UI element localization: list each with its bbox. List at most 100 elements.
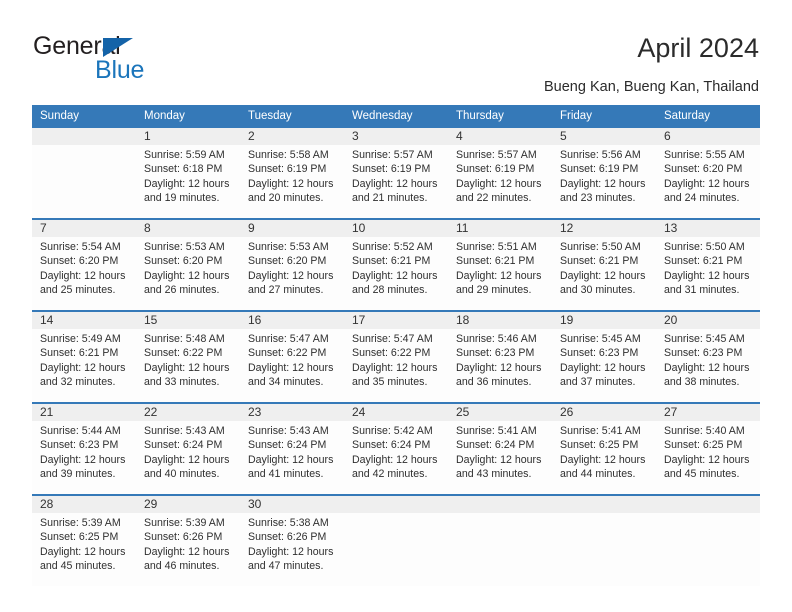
calendar-week-row: 7 Sunrise: 5:54 AM Sunset: 6:20 PM Daylight… [32,218,760,311]
sunset-time: Sunset: 6:22 PM [352,347,431,360]
daylight-duration-line1: Daylight: 12 hours [248,453,334,466]
daylight-duration-line2: and 44 minutes. [560,467,636,480]
daylight-duration-line1: Daylight: 12 hours [560,361,646,374]
daylight-duration-line2: and 24 minutes. [664,191,740,204]
day-cell-inner: 12 Sunrise: 5:50 AM Sunset: 6:21 PM Dayligh… [552,220,656,310]
calendar-day-cell[interactable]: 28 Sunrise: 5:39 AM Sunset: 6:25 PM Dayligh… [32,494,136,586]
daylight-duration-line1: Daylight: 12 hours [456,453,542,466]
generalblue-logo: General Blue [33,33,223,85]
sunrise-time: Sunrise: 5:41 AM [560,425,641,437]
day-number: 10 [344,220,448,237]
day-cell-inner: 27 Sunrise: 5:40 AM Sunset: 6:25 PM Dayligh… [656,404,760,494]
calendar-week-row: 14 Sunrise: 5:49 AM Sunset: 6:21 PM Dayligh… [32,310,760,403]
page-title: April 2024 [637,33,759,63]
sunset-time: Sunset: 6:24 PM [456,439,535,452]
day-details: Sunrise: 5:39 AM Sunset: 6:26 PM Daylight:… [136,513,240,573]
calendar-day-cell[interactable]: 29 Sunrise: 5:39 AM Sunset: 6:26 PM Dayligh… [136,494,240,586]
sunrise-time: Sunrise: 5:48 AM [144,333,225,345]
daylight-duration-line1: Daylight: 12 hours [40,361,126,374]
day-cell-inner: 13 Sunrise: 5:50 AM Sunset: 6:21 PM Dayligh… [656,220,760,310]
day-number: 23 [240,404,344,421]
day-details: Sunrise: 5:44 AM Sunset: 6:23 PM Daylight:… [32,421,136,481]
sunset-time: Sunset: 6:26 PM [144,531,223,544]
calendar-day-cell[interactable]: 9 Sunrise: 5:53 AM Sunset: 6:20 PM Daylight… [240,218,344,311]
calendar-day-cell[interactable]: 24 Sunrise: 5:42 AM Sunset: 6:24 PM Dayligh… [344,402,448,495]
sunset-time: Sunset: 6:24 PM [352,439,431,452]
daylight-duration-line2: and 25 minutes. [40,283,116,296]
sunrise-time: Sunrise: 5:50 AM [560,241,641,253]
sunrise-time: Sunrise: 5:57 AM [352,149,433,161]
day-cell-inner: 30 Sunrise: 5:38 AM Sunset: 6:26 PM Dayligh… [240,496,344,586]
calendar-day-cell[interactable]: 25 Sunrise: 5:41 AM Sunset: 6:24 PM Dayligh… [448,402,552,495]
day-number: 6 [656,128,760,145]
day-details: Sunrise: 5:39 AM Sunset: 6:25 PM Daylight:… [32,513,136,573]
daylight-duration-line1: Daylight: 12 hours [352,269,438,282]
daylight-duration-line2: and 19 minutes. [144,191,220,204]
sunrise-time: Sunrise: 5:38 AM [248,517,329,529]
calendar-day-cell[interactable]: 23 Sunrise: 5:43 AM Sunset: 6:24 PM Dayligh… [240,402,344,495]
calendar-week-row: 1 Sunrise: 5:59 AM Sunset: 6:18 PM Daylight… [32,128,760,219]
sunrise-time: Sunrise: 5:57 AM [456,149,537,161]
daylight-duration-line2: and 22 minutes. [456,191,532,204]
day-cell-inner: 3 Sunrise: 5:57 AM Sunset: 6:19 PM Daylight… [344,128,448,218]
daylight-duration-line1: Daylight: 12 hours [144,177,230,190]
logo-text-blue: Blue [95,56,145,84]
calendar-day-cell[interactable]: 4 Sunrise: 5:57 AM Sunset: 6:19 PM Daylight… [448,128,552,219]
day-number: 27 [656,404,760,421]
sunrise-time: Sunrise: 5:50 AM [664,241,745,253]
sunrise-time: Sunrise: 5:39 AM [144,517,225,529]
daylight-duration-line2: and 36 minutes. [456,375,532,388]
calendar-day-cell[interactable]: 3 Sunrise: 5:57 AM Sunset: 6:19 PM Daylight… [344,128,448,219]
day-number: 26 [552,404,656,421]
day-cell-inner: 18 Sunrise: 5:46 AM Sunset: 6:23 PM Dayligh… [448,312,552,402]
calendar-day-cell[interactable]: 5 Sunrise: 5:56 AM Sunset: 6:19 PM Daylight… [552,128,656,219]
sunset-time: Sunset: 6:19 PM [456,163,535,176]
calendar-day-cell[interactable]: 30 Sunrise: 5:38 AM Sunset: 6:26 PM Dayligh… [240,494,344,586]
calendar-day-cell[interactable]: 14 Sunrise: 5:49 AM Sunset: 6:21 PM Dayligh… [32,310,136,403]
sunrise-sunset-calendar-table: Sunday Monday Tuesday Wednesday Thursday… [32,105,760,586]
day-number: 19 [552,312,656,329]
calendar-day-cell[interactable]: 20 Sunrise: 5:45 AM Sunset: 6:23 PM Dayligh… [656,310,760,403]
calendar-day-cell[interactable]: 1 Sunrise: 5:59 AM Sunset: 6:18 PM Daylight… [136,128,240,219]
day-details: Sunrise: 5:38 AM Sunset: 6:26 PM Daylight:… [240,513,344,573]
calendar-day-cell[interactable]: 22 Sunrise: 5:43 AM Sunset: 6:24 PM Dayligh… [136,402,240,495]
day-number: 15 [136,312,240,329]
day-details: Sunrise: 5:50 AM Sunset: 6:21 PM Daylight:… [656,237,760,297]
calendar-day-cell[interactable]: 2 Sunrise: 5:58 AM Sunset: 6:19 PM Daylight… [240,128,344,219]
calendar-day-cell [32,128,136,219]
daylight-duration-line1: Daylight: 12 hours [40,545,126,558]
calendar-day-cell[interactable]: 12 Sunrise: 5:50 AM Sunset: 6:21 PM Dayligh… [552,218,656,311]
calendar-day-cell[interactable]: 27 Sunrise: 5:40 AM Sunset: 6:25 PM Dayligh… [656,402,760,495]
calendar-day-cell[interactable]: 7 Sunrise: 5:54 AM Sunset: 6:20 PM Daylight… [32,218,136,311]
sunrise-time: Sunrise: 5:46 AM [456,333,537,345]
day-number: 25 [448,404,552,421]
daylight-duration-line1: Daylight: 12 hours [664,177,750,190]
calendar-day-cell[interactable]: 16 Sunrise: 5:47 AM Sunset: 6:22 PM Dayligh… [240,310,344,403]
calendar-day-cell[interactable]: 13 Sunrise: 5:50 AM Sunset: 6:21 PM Dayligh… [656,218,760,311]
daylight-duration-line2: and 29 minutes. [456,283,532,296]
sunset-time: Sunset: 6:19 PM [352,163,431,176]
day-number [552,496,656,513]
daylight-duration-line1: Daylight: 12 hours [456,269,542,282]
calendar-day-cell[interactable]: 10 Sunrise: 5:52 AM Sunset: 6:21 PM Dayligh… [344,218,448,311]
day-cell-inner: 6 Sunrise: 5:55 AM Sunset: 6:20 PM Daylight… [656,128,760,218]
calendar-day-cell [656,494,760,586]
calendar-day-cell[interactable]: 8 Sunrise: 5:53 AM Sunset: 6:20 PM Daylight… [136,218,240,311]
sunset-time: Sunset: 6:20 PM [40,255,119,268]
calendar-day-cell[interactable]: 19 Sunrise: 5:45 AM Sunset: 6:23 PM Dayligh… [552,310,656,403]
calendar-day-cell[interactable]: 11 Sunrise: 5:51 AM Sunset: 6:21 PM Dayligh… [448,218,552,311]
calendar-day-cell[interactable]: 15 Sunrise: 5:48 AM Sunset: 6:22 PM Dayligh… [136,310,240,403]
calendar-day-cell[interactable]: 18 Sunrise: 5:46 AM Sunset: 6:23 PM Dayligh… [448,310,552,403]
calendar-day-cell[interactable]: 6 Sunrise: 5:55 AM Sunset: 6:20 PM Daylight… [656,128,760,219]
calendar-day-cell[interactable]: 26 Sunrise: 5:41 AM Sunset: 6:25 PM Dayligh… [552,402,656,495]
day-cell-inner: 8 Sunrise: 5:53 AM Sunset: 6:20 PM Daylight… [136,220,240,310]
day-details: Sunrise: 5:41 AM Sunset: 6:25 PM Daylight:… [552,421,656,481]
day-details: Sunrise: 5:59 AM Sunset: 6:18 PM Daylight:… [136,145,240,205]
sunset-time: Sunset: 6:23 PM [560,347,639,360]
day-details: Sunrise: 5:42 AM Sunset: 6:24 PM Daylight:… [344,421,448,481]
calendar-day-cell[interactable]: 17 Sunrise: 5:47 AM Sunset: 6:22 PM Dayligh… [344,310,448,403]
sunset-time: Sunset: 6:18 PM [144,163,223,176]
calendar-week-row: 28 Sunrise: 5:39 AM Sunset: 6:25 PM Dayligh… [32,494,760,586]
calendar-day-cell[interactable]: 21 Sunrise: 5:44 AM Sunset: 6:23 PM Dayligh… [32,402,136,495]
daylight-duration-line2: and 26 minutes. [144,283,220,296]
